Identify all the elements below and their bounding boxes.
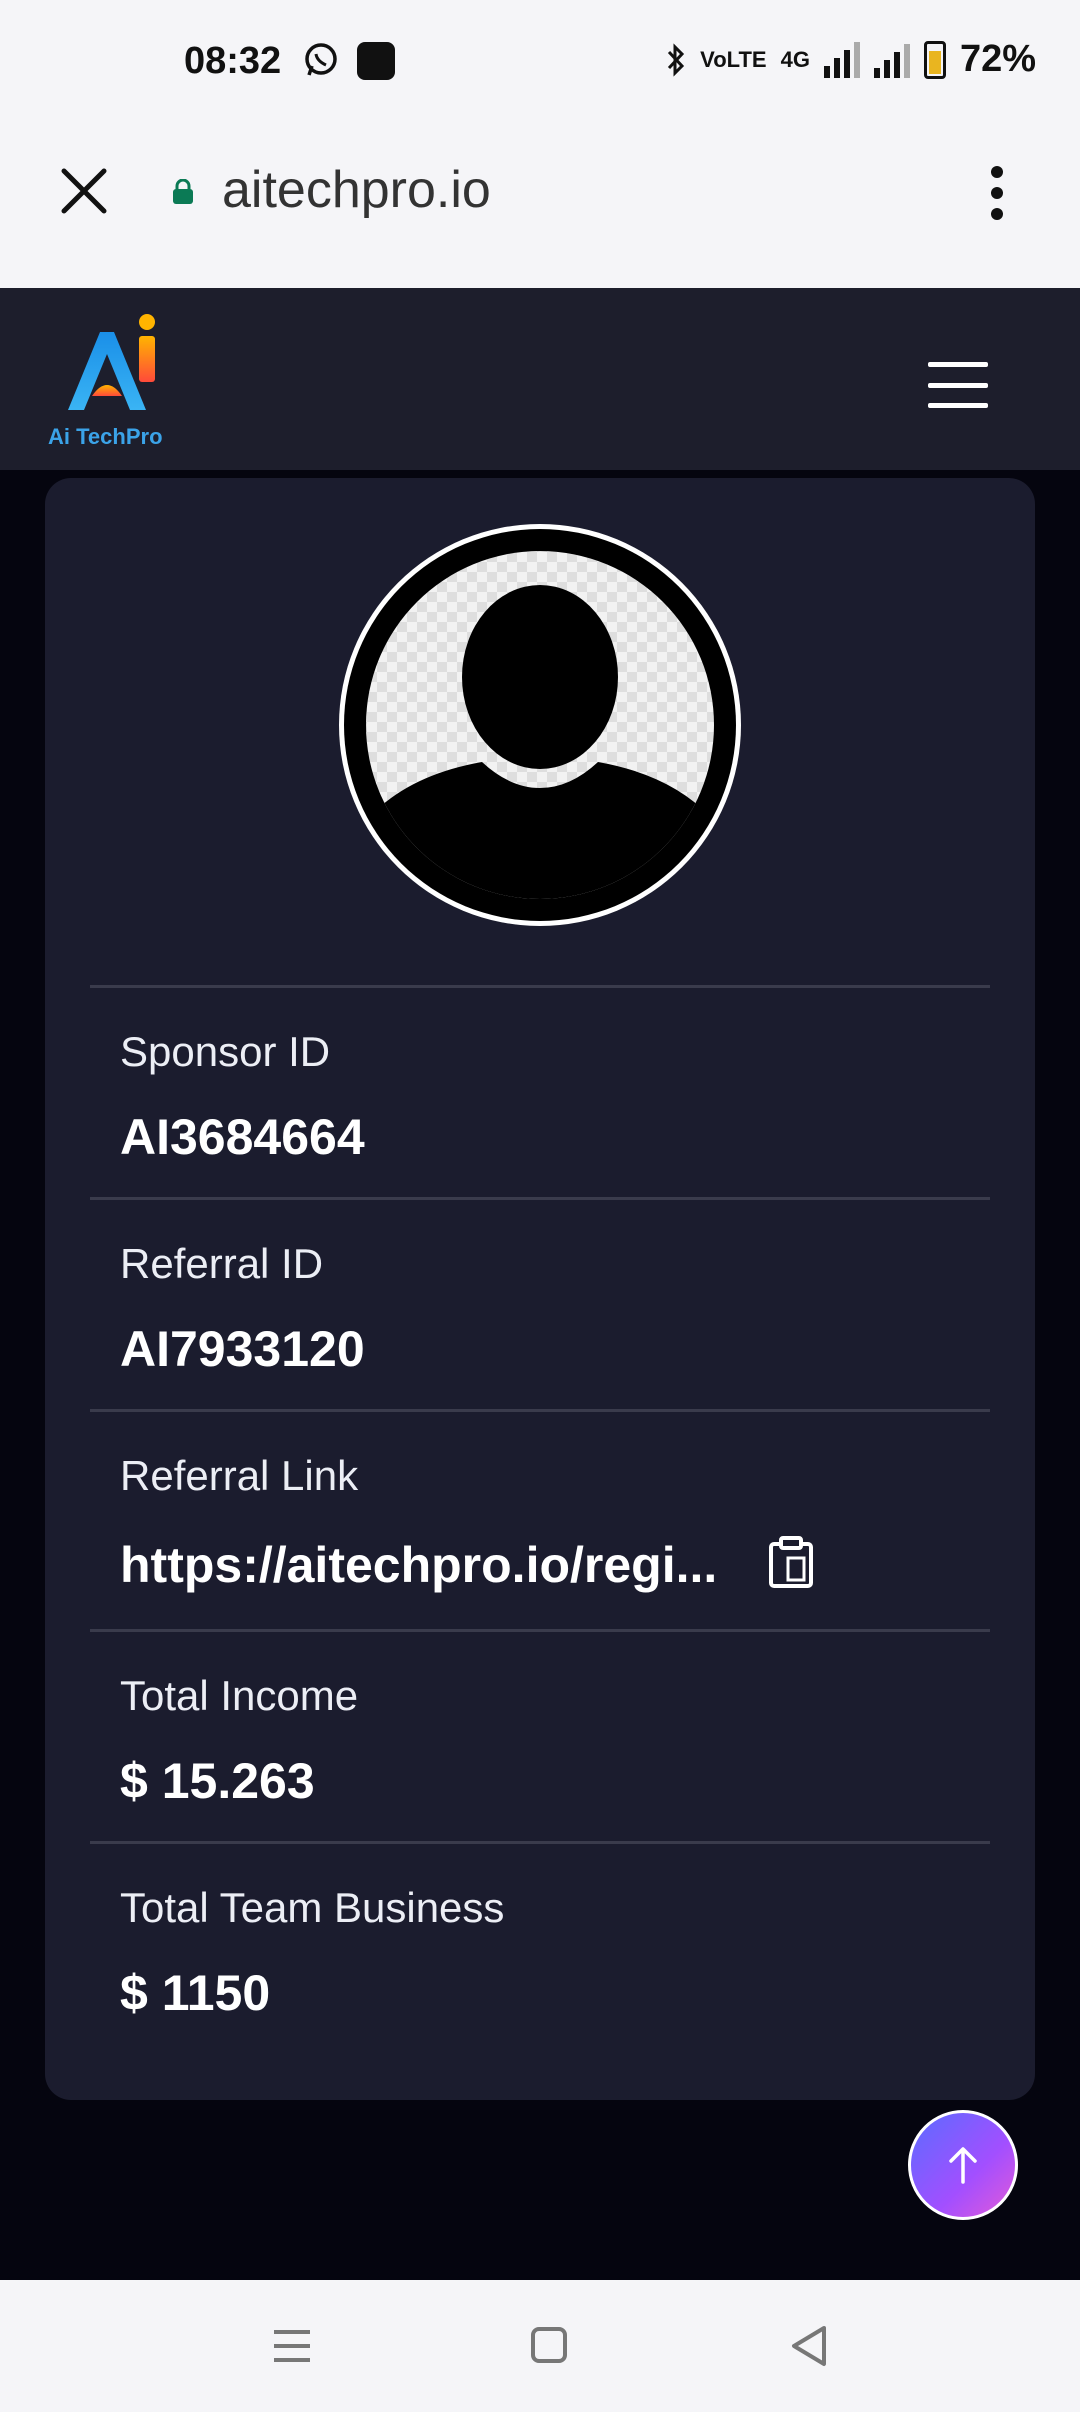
app-notification-icon xyxy=(357,42,395,80)
arrow-up-icon xyxy=(949,2147,977,2184)
home-icon[interactable] xyxy=(531,2327,567,2363)
referral-link-row: Referral Link https://aitechpro.io/regi.… xyxy=(90,1409,990,1630)
status-bar: 08:32 VoLTE 4G 72% xyxy=(0,0,1080,128)
referral-link-value[interactable]: https://aitechpro.io/regi... xyxy=(120,1536,717,1594)
signal-icon xyxy=(823,41,860,78)
browser-toolbar xyxy=(0,128,1080,288)
hamburger-menu-icon[interactable] xyxy=(928,362,988,408)
scroll-to-top-button[interactable] xyxy=(908,2110,1018,2220)
sponsor-id-row: Sponsor ID AI3684664 xyxy=(90,985,990,1198)
battery-percent: 72% xyxy=(959,38,1036,80)
signal-icon-2 xyxy=(873,42,910,78)
close-icon[interactable] xyxy=(58,165,110,217)
status-icons: VoLTE 4G 72% xyxy=(666,38,1036,81)
referral-id-label: Referral ID xyxy=(120,1240,324,1287)
bluetooth-icon xyxy=(668,42,685,77)
status-time: 08:32 xyxy=(184,40,282,82)
total-income-value: $ 15.263 xyxy=(120,1753,315,1809)
total-team-business-value: $ 1150 xyxy=(120,1965,271,2021)
back-icon[interactable] xyxy=(790,2324,828,2368)
total-income-row: Total Income $ 15.263 xyxy=(90,1629,990,1842)
referral-id-value: AI7933120 xyxy=(120,1321,365,1377)
sponsor-id-label: Sponsor ID xyxy=(120,1028,331,1075)
volte-icon: VoLTE xyxy=(700,46,767,72)
url-text[interactable]: aitechpro.io xyxy=(222,160,491,220)
referral-id-row: Referral ID AI7933120 xyxy=(90,1197,990,1410)
logo-text: Ai TechPro xyxy=(48,424,163,449)
battery-icon xyxy=(923,40,946,79)
avatar xyxy=(339,524,741,926)
more-options-icon[interactable] xyxy=(985,166,1009,220)
sponsor-id-value: AI3684664 xyxy=(120,1109,365,1165)
lock-icon xyxy=(173,179,193,204)
total-team-business-row: Total Team Business $ 1150 xyxy=(90,1841,990,2054)
referral-link-label: Referral Link xyxy=(120,1452,359,1499)
total-team-business-label: Total Team Business xyxy=(120,1884,505,1931)
total-income-label: Total Income xyxy=(120,1672,359,1719)
recents-icon[interactable] xyxy=(272,2328,312,2364)
whatsapp-icon xyxy=(305,43,337,76)
network-type-icon: 4G xyxy=(780,46,810,72)
copy-icon[interactable] xyxy=(768,1536,814,1588)
